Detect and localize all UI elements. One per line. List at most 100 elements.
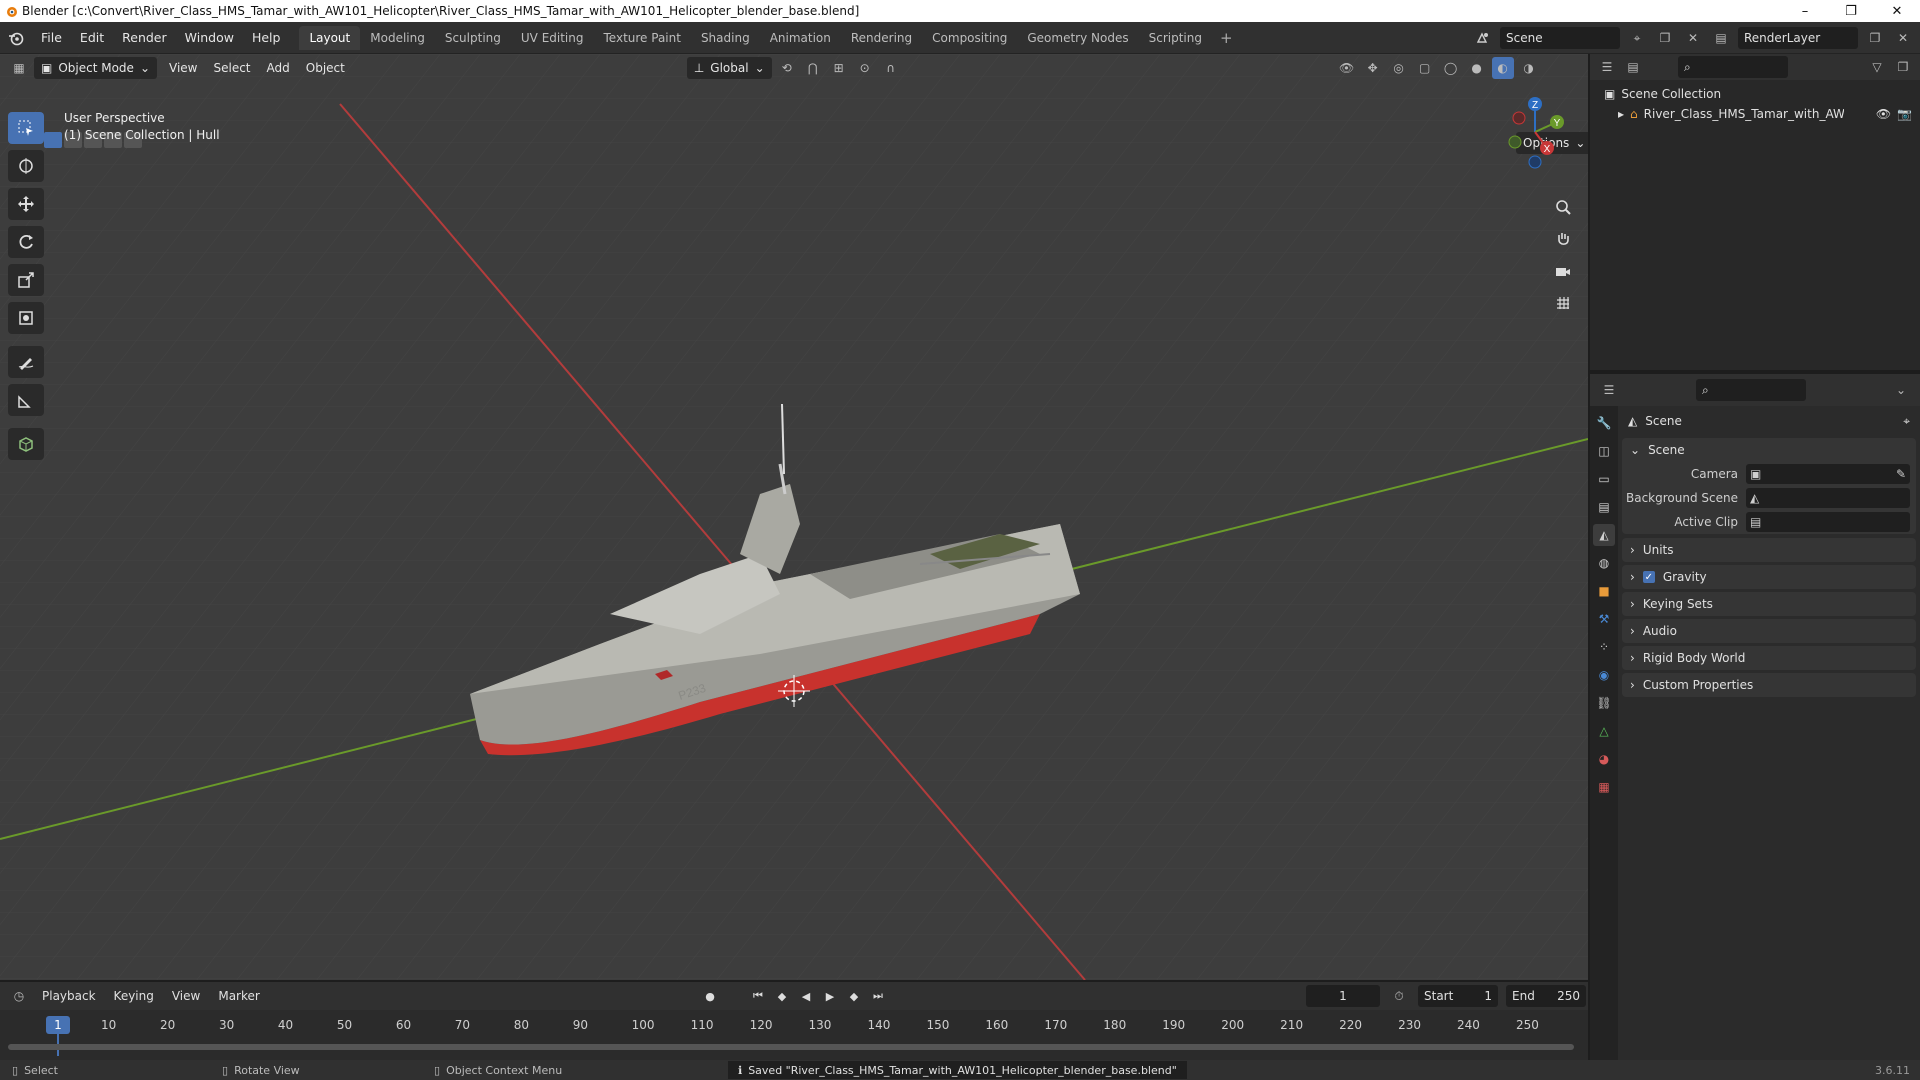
viewport-menu-select[interactable]: Select (205, 61, 258, 75)
properties-editor-type-icon[interactable]: ☰ (1598, 379, 1620, 401)
jump-end-icon[interactable]: ⏭ (868, 985, 888, 1007)
record-icon[interactable]: ● (700, 985, 720, 1007)
stopwatch-icon[interactable]: ⏱ (1388, 985, 1410, 1007)
next-keyframe-icon[interactable]: ◆ (844, 985, 864, 1007)
falloff-icon[interactable]: ∩ (880, 57, 902, 79)
modifier-tab-icon[interactable]: ⚒ (1593, 608, 1615, 630)
tab-geometry-nodes[interactable]: Geometry Nodes (1017, 26, 1138, 50)
new-scene-icon[interactable]: ❐ (1654, 27, 1676, 49)
pivot-icon[interactable]: ⟲ (776, 57, 798, 79)
tab-animation[interactable]: Animation (760, 26, 841, 50)
new-view-layer-icon[interactable]: ❐ (1864, 27, 1886, 49)
minimize-button[interactable]: – (1782, 0, 1828, 22)
menu-window[interactable]: Window (176, 22, 243, 54)
frame-ruler[interactable]: 1 10 20 30 40 50 60 70 80 90 100 110 120 130 140 150 160… (0, 1010, 1588, 1060)
eyedropper-icon[interactable]: ✎ (1896, 467, 1910, 481)
display-mode-icon[interactable]: ▤ (1622, 56, 1644, 78)
gravity-section[interactable]: › ✓ Gravity (1622, 565, 1916, 589)
snap-target-icon[interactable]: ⊞ (828, 57, 850, 79)
overlay-toggle-icon[interactable]: ◎ (1388, 57, 1410, 79)
3d-viewport[interactable]: P233 ▦ ▣ Object Mode ⌄ View Select Add O… (0, 54, 1588, 980)
render-tab-icon[interactable]: ◫ (1593, 440, 1615, 462)
menu-file[interactable]: File (32, 22, 71, 54)
playhead-frame-label[interactable]: 1 (46, 1016, 70, 1034)
custom-properties-section[interactable]: › Custom Properties (1622, 673, 1916, 697)
view-layer-icon[interactable]: ▤ (1710, 27, 1732, 49)
menu-help[interactable]: Help (243, 22, 290, 54)
solid-shading-icon[interactable]: ● (1466, 57, 1488, 79)
zoom-icon[interactable] (1548, 194, 1578, 220)
scale-tool[interactable] (8, 264, 44, 296)
gizmo-toggle-icon[interactable]: ✥ (1362, 57, 1384, 79)
gravity-checkbox[interactable]: ✓ (1642, 571, 1655, 583)
blender-menu-icon[interactable] (0, 22, 32, 54)
snap-icon[interactable]: ⋂ (802, 57, 824, 79)
tab-compositing[interactable]: Compositing (922, 26, 1017, 50)
active-clip-field[interactable]: ▤ (1746, 512, 1910, 532)
end-frame-field[interactable]: End 250 (1506, 985, 1586, 1007)
chevron-down-icon[interactable]: ⌄ (1890, 379, 1912, 401)
cursor-tool[interactable] (8, 150, 44, 182)
scene-selector[interactable]: Scene (1500, 27, 1620, 49)
properties-search-input[interactable]: ⌕ (1696, 379, 1806, 401)
camera-field[interactable]: ▣ ✎ (1746, 464, 1910, 484)
tab-uv-editing[interactable]: UV Editing (511, 26, 594, 50)
measure-tool[interactable] (8, 384, 44, 416)
eye-icon[interactable]: 👁 (1876, 107, 1891, 121)
timeline-scrollbar[interactable] (8, 1044, 1574, 1050)
transform-tool[interactable] (8, 302, 44, 334)
navigation-gizmo[interactable]: Z Y X (1495, 92, 1575, 172)
pin-icon[interactable]: ⌖ (1626, 27, 1648, 49)
camera-view-icon[interactable] (1548, 258, 1578, 284)
proportional-edit-icon[interactable]: ⊙ (854, 57, 876, 79)
constraints-tab-icon[interactable]: ⛓ (1593, 692, 1615, 714)
delete-view-layer-icon[interactable]: ✕ (1892, 27, 1914, 49)
tab-rendering[interactable]: Rendering (841, 26, 922, 50)
editor-type-icon[interactable]: ▦ (8, 57, 30, 79)
scene-panel-header[interactable]: ⌄ Scene (1622, 438, 1916, 462)
menu-render[interactable]: Render (113, 22, 176, 54)
outliner-scene-collection[interactable]: ▣ Scene Collection (1590, 84, 1920, 104)
visibility-icon[interactable]: 👁 (1336, 57, 1358, 79)
outliner-item-ship[interactable]: ▸ ⌂ River_Class_HMS_Tamar_with_AW101_ 👁 … (1590, 104, 1920, 124)
tab-shading[interactable]: Shading (691, 26, 760, 50)
ortho-grid-icon[interactable] (1548, 290, 1578, 316)
outliner-editor-type-icon[interactable]: ☰ (1596, 56, 1618, 78)
material-shading-icon[interactable]: ◐ (1491, 57, 1514, 79)
output-tab-icon[interactable]: ▭ (1593, 468, 1615, 490)
object-tab-icon[interactable]: ■ (1593, 580, 1615, 602)
keying-sets-section[interactable]: › Keying Sets (1622, 592, 1916, 616)
filter-icon[interactable]: ▽ (1866, 56, 1888, 78)
expand-arrow-icon[interactable]: ▸ (1618, 107, 1624, 121)
menu-edit[interactable]: Edit (71, 22, 113, 54)
tab-sculpting[interactable]: Sculpting (435, 26, 511, 50)
material-tab-icon[interactable]: ◕ (1593, 748, 1615, 770)
texture-tab-icon[interactable]: ▦ (1593, 776, 1615, 798)
timeline-menu-keying[interactable]: Keying (108, 989, 160, 1003)
outliner-search-input[interactable]: ⌕ (1678, 56, 1788, 78)
timeline-menu-marker[interactable]: Marker (212, 989, 265, 1003)
annotate-tool[interactable] (8, 346, 44, 378)
timeline-menu-view[interactable]: View (166, 989, 206, 1003)
tab-scripting[interactable]: Scripting (1139, 26, 1212, 50)
close-button[interactable]: ✕ (1874, 0, 1920, 22)
jump-start-icon[interactable]: ⏮ (748, 985, 768, 1007)
tab-modeling[interactable]: Modeling (360, 26, 435, 50)
play-icon[interactable]: ▶ (820, 985, 840, 1007)
wireframe-shading-icon[interactable]: ◯ (1440, 57, 1462, 79)
tab-layout[interactable]: Layout (299, 25, 361, 50)
rendered-shading-icon[interactable]: ◑ (1518, 57, 1540, 79)
rigid-body-world-section[interactable]: › Rigid Body World (1622, 646, 1916, 670)
tab-texture-paint[interactable]: Texture Paint (594, 26, 691, 50)
pan-hand-icon[interactable] (1548, 226, 1578, 252)
start-frame-field[interactable]: Start 1 (1418, 985, 1498, 1007)
play-reverse-icon[interactable]: ◀ (796, 985, 816, 1007)
render-camera-icon[interactable]: 📷 (1897, 107, 1920, 121)
pin-icon[interactable]: ⌖ (1903, 414, 1916, 429)
view-layer-tab-icon[interactable]: ▤ (1593, 496, 1615, 518)
viewport-menu-add[interactable]: Add (259, 61, 298, 75)
background-scene-field[interactable]: ◭ (1746, 488, 1910, 508)
view-layer-selector[interactable]: RenderLayer (1738, 27, 1858, 49)
transform-orientation-selector[interactable]: ⊥ Global ⌄ (686, 57, 772, 79)
new-collection-icon[interactable]: ❐ (1892, 56, 1914, 78)
